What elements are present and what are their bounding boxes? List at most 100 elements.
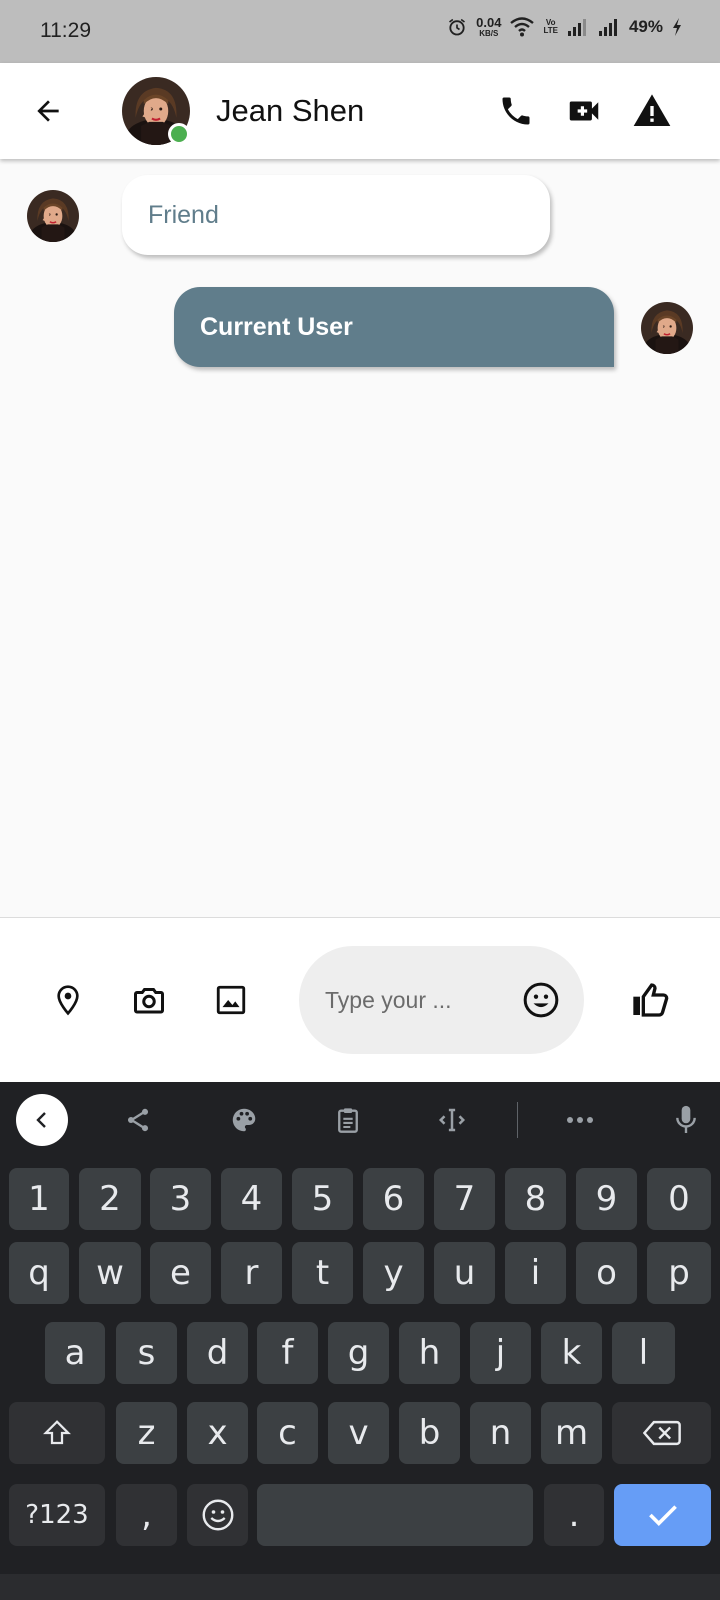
keyboard-theme-button[interactable] (222, 1098, 266, 1142)
avatar-image (641, 302, 693, 354)
comma-key[interactable]: , (116, 1484, 177, 1546)
voice-call-button[interactable] (494, 89, 538, 133)
wifi-icon (510, 17, 535, 37)
gallery-button[interactable] (209, 978, 253, 1022)
like-button[interactable] (628, 978, 672, 1022)
key-c[interactable]: c (257, 1402, 318, 1464)
emoji-picker-button[interactable] (521, 980, 561, 1020)
key-f[interactable]: f (257, 1322, 318, 1384)
period-key[interactable]: . (544, 1484, 604, 1546)
key-9[interactable]: 9 (576, 1168, 637, 1230)
mic-icon (676, 1105, 696, 1133)
message-text: Friend (148, 200, 219, 229)
status-time: 11:29 (40, 19, 91, 42)
key-l[interactable]: l (612, 1322, 675, 1384)
key-a[interactable]: a (45, 1322, 105, 1384)
current-user-avatar[interactable] (641, 302, 693, 354)
key-3[interactable]: 3 (150, 1168, 211, 1230)
status-bar: 11:29 0.04 KB/S Vo LTE 49% (0, 0, 720, 63)
keyboard-share-button[interactable] (116, 1098, 160, 1142)
friend-avatar[interactable] (27, 190, 79, 242)
key-u[interactable]: u (434, 1242, 495, 1304)
key-p[interactable]: p (647, 1242, 711, 1304)
key-v[interactable]: v (328, 1402, 389, 1464)
network-speed: 0.04 KB/S (476, 16, 501, 38)
camera-button[interactable] (127, 978, 171, 1022)
voice-input-button[interactable] (664, 1098, 708, 1142)
key-o[interactable]: o (576, 1242, 637, 1304)
navigation-bar (0, 1574, 720, 1600)
report-button[interactable] (630, 89, 674, 133)
emoji-key[interactable] (187, 1484, 248, 1546)
key-m[interactable]: m (541, 1402, 602, 1464)
key-y[interactable]: y (363, 1242, 424, 1304)
backspace-key[interactable] (612, 1402, 711, 1464)
key-b[interactable]: b (399, 1402, 460, 1464)
keyboard-collapse-button[interactable] (16, 1094, 68, 1146)
key-r[interactable]: r (221, 1242, 282, 1304)
alarm-icon (447, 17, 467, 37)
emoji-icon (523, 982, 559, 1018)
key-8[interactable]: 8 (505, 1168, 566, 1230)
backspace-icon (642, 1420, 681, 1446)
share-location-button[interactable] (46, 978, 90, 1022)
back-button[interactable] (28, 91, 68, 131)
key-n[interactable]: n (470, 1402, 531, 1464)
key-g[interactable]: g (328, 1322, 389, 1384)
emoji-icon (202, 1499, 233, 1531)
key-x[interactable]: x (187, 1402, 248, 1464)
key-z[interactable]: z (116, 1402, 177, 1464)
signal-icon-1 (567, 17, 589, 37)
key-j[interactable]: j (470, 1322, 531, 1384)
share-icon (127, 1108, 149, 1132)
shift-key[interactable] (9, 1402, 105, 1464)
status-icons: 0.04 KB/S Vo LTE 49% (447, 16, 682, 38)
message-input[interactable] (325, 980, 505, 1020)
symbols-key[interactable]: ?123 (9, 1484, 105, 1546)
palette-icon (232, 1108, 256, 1132)
key-t[interactable]: t (292, 1242, 353, 1304)
message-bubble-friend[interactable]: Friend (122, 175, 550, 255)
phone-icon (502, 97, 530, 125)
network-speed-value: 0.04 (476, 15, 502, 30)
key-0[interactable]: 0 (647, 1168, 711, 1230)
space-key[interactable] (257, 1484, 533, 1546)
signal-icon-2 (598, 17, 620, 37)
volte-bottom: LTE (543, 26, 558, 35)
contact-name[interactable]: Jean Shen (216, 93, 364, 129)
key-7[interactable]: 7 (434, 1168, 495, 1230)
keyboard-text-editing-button[interactable] (430, 1098, 474, 1142)
key-1[interactable]: 1 (9, 1168, 69, 1230)
key-4[interactable]: 4 (221, 1168, 282, 1230)
key-2[interactable]: 2 (79, 1168, 141, 1230)
key-6[interactable]: 6 (363, 1168, 424, 1230)
online-status-indicator (168, 123, 190, 145)
image-icon (216, 985, 246, 1015)
key-s[interactable]: s (116, 1322, 177, 1384)
battery-level: 49% (628, 17, 663, 36)
key-i[interactable]: i (505, 1242, 566, 1304)
key-w[interactable]: w (79, 1242, 141, 1304)
location-icon (57, 985, 79, 1016)
key-h[interactable]: h (399, 1322, 460, 1384)
more-icon (567, 1117, 593, 1123)
arrow-back-icon (37, 100, 59, 122)
thumbs-up-icon (633, 983, 669, 1017)
camera-icon (134, 988, 164, 1014)
key-d[interactable]: d (187, 1322, 248, 1384)
keyboard-clipboard-button[interactable] (326, 1098, 370, 1142)
network-speed-unit: KB/S (479, 29, 499, 38)
warning-icon (633, 94, 671, 126)
key-5[interactable]: 5 (292, 1168, 353, 1230)
key-e[interactable]: e (150, 1242, 211, 1304)
key-q[interactable]: q (9, 1242, 69, 1304)
keyboard-more-button[interactable] (558, 1098, 602, 1142)
avatar-image (27, 190, 79, 242)
video-camera-icon (569, 101, 599, 121)
enter-key[interactable] (614, 1484, 711, 1546)
text-cursor-icon (438, 1108, 466, 1132)
key-k[interactable]: k (541, 1322, 602, 1384)
message-bubble-current-user[interactable]: Current User (174, 287, 614, 367)
shift-icon (43, 1420, 71, 1445)
video-call-button[interactable] (562, 89, 606, 133)
